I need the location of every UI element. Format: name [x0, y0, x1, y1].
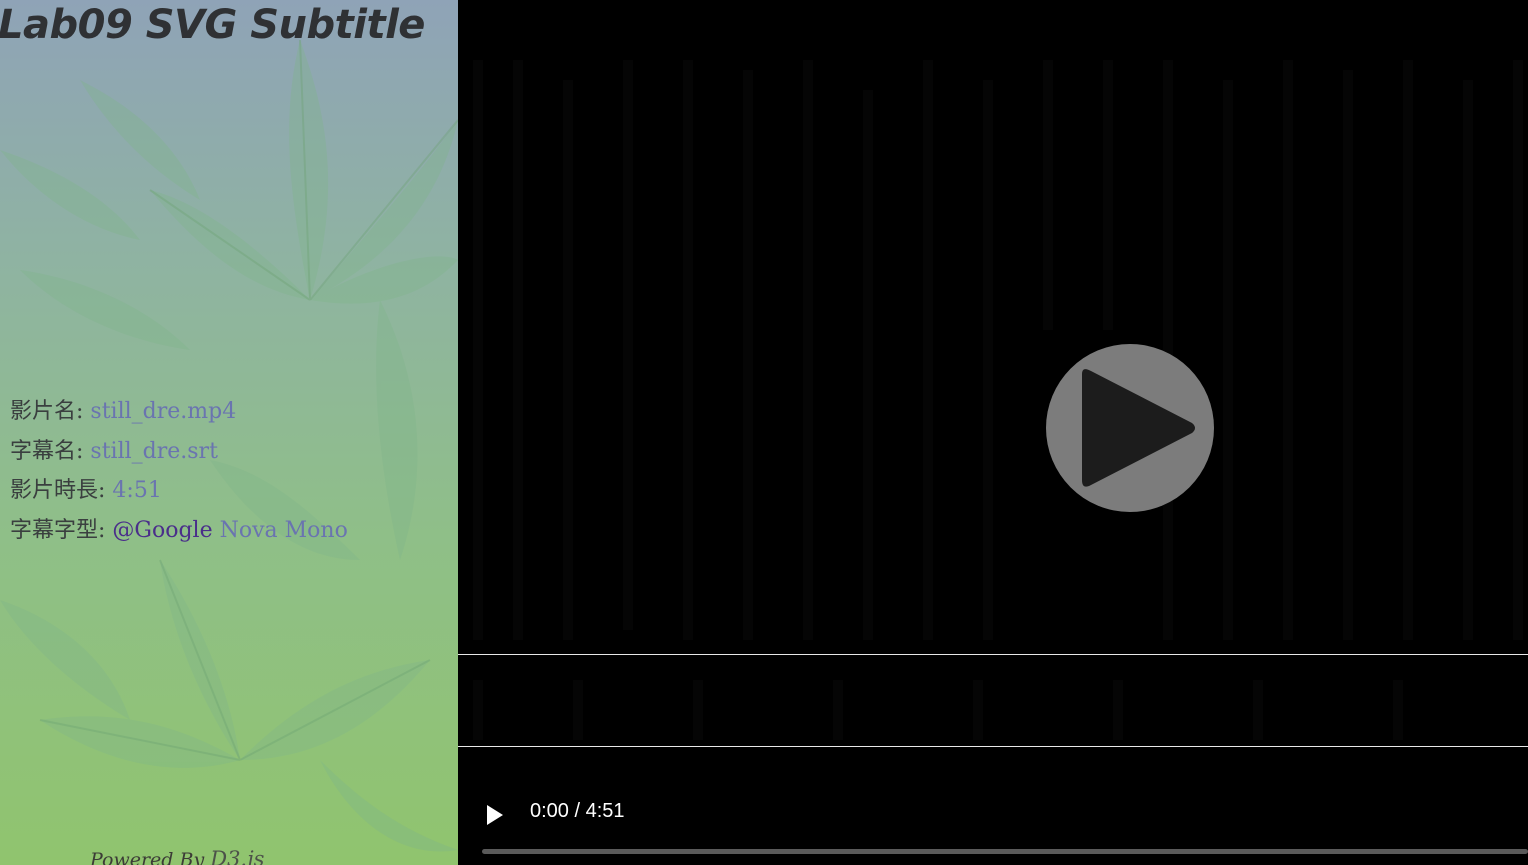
subtitle-name-value: still_dre.srt	[90, 438, 218, 464]
font-provider-link[interactable]: @Google	[112, 518, 212, 543]
powered-by-footer: Powered By D3.js	[90, 847, 264, 865]
time-display: 0:00 / 4:51	[530, 800, 625, 823]
video-duration-label: 影片時長:	[10, 478, 113, 503]
time-separator: /	[568, 800, 586, 822]
subtitle-font-row: 字幕字型: @Google Nova Mono	[10, 511, 348, 551]
subtitle-name-row: 字幕名: still_dre.srt	[10, 432, 348, 472]
video-info-panel: 影片名: still_dre.mp4 字幕名: still_dre.srt 影片…	[10, 392, 348, 550]
video-controls: 0:00 / 4:51	[458, 780, 1528, 865]
play-icon	[1082, 369, 1195, 487]
video-name-label: 影片名:	[10, 399, 91, 424]
video-duration-row: 影片時長: 4:51	[10, 471, 348, 511]
powered-by-label: Powered By	[90, 849, 211, 865]
current-time: 0:00	[530, 800, 569, 822]
font-name-link[interactable]: Nova Mono	[213, 518, 348, 543]
page-title: Lab09 SVG Subtitle	[0, 2, 425, 48]
play-icon	[487, 805, 503, 825]
subtitle-band-bottom-line	[458, 746, 1528, 747]
seek-bar[interactable]	[482, 849, 1528, 854]
subtitle-name-label: 字幕名:	[10, 438, 91, 464]
video-duration-value: 4:51	[112, 478, 162, 503]
subtitle-text	[458, 655, 1528, 746]
subtitle-font-label: 字幕字型:	[10, 517, 113, 543]
big-play-button[interactable]	[1046, 344, 1214, 512]
sidebar: Lab09 SVG Subtitle 影片名: still_dre.mp4 字幕…	[0, 0, 458, 865]
play-pause-button[interactable]	[482, 802, 508, 828]
d3-link[interactable]: D3.js	[210, 847, 264, 865]
video-name-value: still_dre.mp4	[90, 399, 237, 424]
total-duration: 4:51	[585, 800, 625, 822]
video-player[interactable]: 0:00 / 4:51	[458, 0, 1528, 865]
video-name-row: 影片名: still_dre.mp4	[10, 392, 348, 432]
